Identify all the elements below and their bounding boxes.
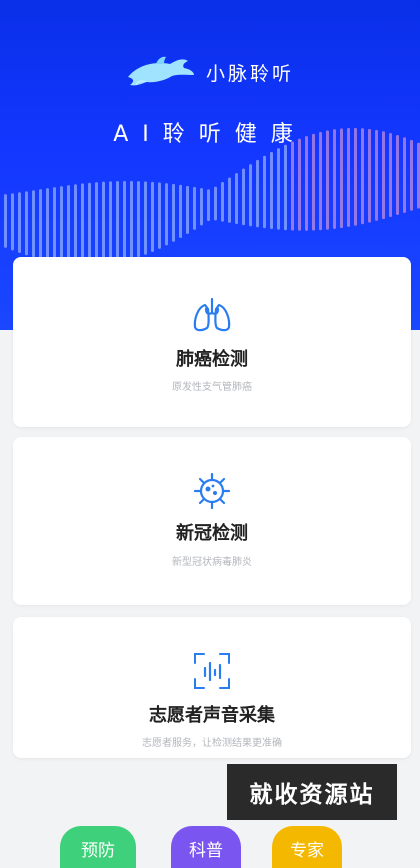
wave-bar [410,139,413,211]
wave-bar [298,138,301,231]
wave-bar [102,181,105,266]
wave-bar [137,181,140,258]
wave-bar [25,191,28,256]
wave-bar [46,188,49,262]
wave-bar [67,185,70,265]
wave-bar [277,148,280,230]
wave-bar [88,182,91,266]
dolphin-icon [127,56,194,86]
wave-bar [403,137,406,213]
wave-bar [256,159,259,228]
wave-bar [270,151,273,230]
brand: 小脉聆听 [0,55,420,89]
wave-bar [172,183,175,242]
wave-bar [235,172,238,225]
wave-bar [214,186,217,221]
wave-bar [81,183,84,266]
wave-bar [151,181,154,252]
wave-bar [221,182,224,222]
wave-bar [207,189,210,222]
wave-bar [39,189,42,260]
wave-bar [123,180,126,262]
wave-bar [312,133,315,231]
card-subtitle: 原发性支气管肺癌 [172,382,252,393]
card-title: 新冠检测 [176,523,248,544]
card-subtitle: 新型冠状病毒肺炎 [172,557,252,568]
wave-bar [32,190,35,258]
wave-bar [109,181,112,265]
wave-bar [4,194,7,248]
wave-bar [60,186,63,264]
card-covid-detection[interactable]: 新冠检测 新型冠状病毒肺炎 [13,437,411,605]
wave-bar [186,185,189,235]
wave-bar [263,155,266,229]
card-title: 志愿者声音采集 [149,705,275,726]
prevention-button[interactable]: 预防 [60,826,136,868]
wave-bar [228,177,231,223]
lungs-icon [13,297,411,333]
wave-bar [200,188,203,226]
card-lung-cancer-detection[interactable]: 肺癌检测 原发性支气管肺癌 [13,257,411,427]
wave-bar [144,181,147,255]
wave-bar [291,141,294,231]
wave-bar [284,144,287,231]
wave-bar [179,184,182,239]
wave-bar [165,183,168,246]
wave-bar [249,164,252,227]
virus-icon [13,471,411,511]
watermark: 就收资源站 [227,764,397,820]
wave-bar [53,187,56,263]
wave-bar [130,180,133,260]
slogan: AI聆听健康 [113,122,307,147]
voice-scan-icon [13,651,411,691]
wave-bar [11,193,14,251]
science-button[interactable]: 科普 [171,826,241,868]
wave-bar [18,192,21,253]
wave-bar [95,182,98,266]
wave-bar [74,184,77,266]
card-subtitle: 志愿者服务，让检测结果更准确 [142,738,282,749]
wave-bar [158,182,161,249]
expert-button[interactable]: 专家 [272,826,342,868]
wave-bar [242,168,245,226]
card-volunteer-voice-collection[interactable]: 志愿者声音采集 志愿者服务，让检测结果更准确 [13,617,411,758]
wave-bar [116,180,119,264]
card-title: 肺癌检测 [176,349,248,370]
brand-name: 小脉聆听 [205,62,294,85]
wave-bar [305,136,308,231]
wave-bar [193,186,196,230]
